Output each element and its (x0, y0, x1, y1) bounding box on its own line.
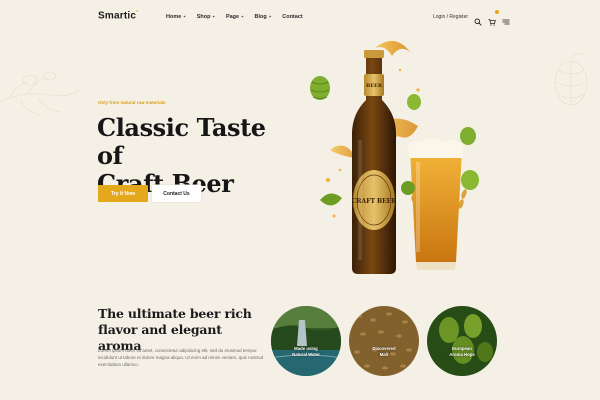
main-nav: Home + Shop + Page + Blog + Contact (166, 14, 303, 20)
contact-us-button[interactable]: Contact Us (152, 185, 201, 202)
feature-label: Discovered Malt (372, 346, 396, 357)
feature-natural-water[interactable]: Made using Natural Water (271, 306, 341, 376)
try-it-now-button[interactable]: Try It Now (98, 185, 148, 202)
nav-blog[interactable]: Blog + (255, 14, 272, 20)
hop-sketch-decoration (554, 53, 588, 106)
hop-sketch-decoration (0, 71, 79, 116)
feature-label: Made using Natural Water (292, 346, 320, 357)
cart-icon[interactable] (488, 10, 500, 26)
section-body: Lorem ipsum dolor sit amet, consectetur … (98, 348, 264, 367)
hero-title-line-1: Classic Taste of (97, 113, 266, 170)
feature-aroma-hops[interactable]: European Aroma Hops (427, 306, 497, 376)
logo[interactable]: Smartic° (98, 10, 138, 21)
feature-malt[interactable]: Discovered Malt (349, 306, 419, 376)
nav-page[interactable]: Page + (226, 14, 244, 20)
cart-count-badge (495, 10, 500, 14)
search-icon[interactable] (474, 13, 482, 26)
site-header: Smartic° Home + Shop + Page + Blog + Con… (0, 0, 600, 34)
nav-home[interactable]: Home + (166, 14, 186, 20)
feature-label: European Aroma Hops (449, 346, 475, 357)
login-register-link[interactable]: Login / Register (433, 14, 468, 20)
page: Smartic° Home + Shop + Page + Blog + Con… (0, 0, 600, 400)
hero-beer-illustration: BEER CRAFT BEER (310, 40, 479, 274)
hop-cone-icon (310, 76, 330, 100)
menu-icon[interactable] (502, 13, 510, 25)
bottle-neck-label: BEER (366, 83, 383, 89)
nav-contact[interactable]: Contact (282, 14, 302, 20)
nav-shop[interactable]: Shop + (197, 14, 215, 20)
header-actions: Login / Register (433, 10, 510, 26)
section-title-line-1: The ultimate beer rich (98, 306, 252, 321)
hero-eyebrow: Only from natural raw materials (98, 100, 166, 105)
